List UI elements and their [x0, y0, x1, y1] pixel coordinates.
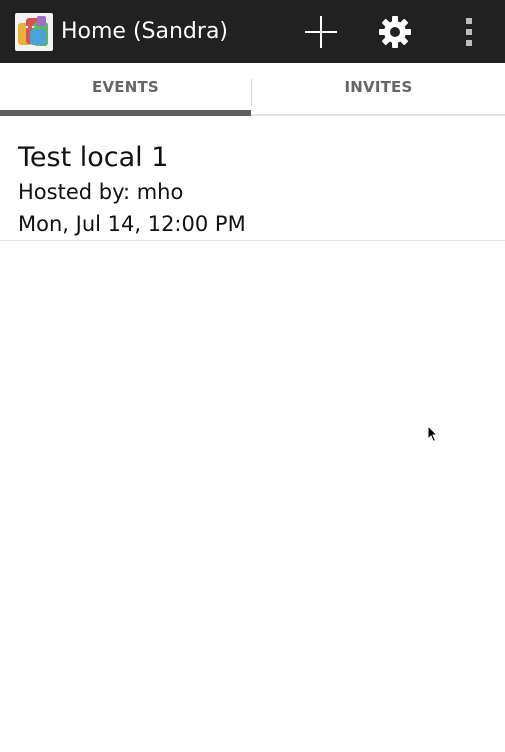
action-bar: Home (Sandra) [0, 0, 505, 63]
tab-events[interactable]: EVENTS [0, 63, 251, 114]
gear-icon [379, 15, 411, 48]
add-event-button[interactable] [298, 0, 344, 63]
tab-events-label: EVENTS [92, 77, 159, 96]
list-item[interactable]: Test local 1 Hosted by: mho Mon, Jul 14,… [0, 120, 505, 241]
app-launcher-icon[interactable] [15, 13, 53, 51]
event-date: Mon, Jul 14, 12:00 PM [18, 212, 246, 236]
mouse-cursor-icon [427, 425, 439, 443]
tab-invites-label: INVITES [344, 77, 413, 96]
home-screen: Home (Sandra) EVENTS INVITES Test local … [0, 0, 505, 752]
event-title: Test local 1 [18, 142, 169, 173]
tab-invites[interactable]: INVITES [252, 63, 505, 114]
overflow-menu-icon [466, 17, 472, 46]
overflow-menu-button[interactable] [455, 0, 483, 63]
plus-icon [305, 15, 337, 48]
event-host: Hosted by: mho [18, 180, 184, 204]
app-title[interactable]: Home (Sandra) [61, 0, 228, 63]
tab-bar: EVENTS INVITES [0, 63, 505, 116]
selected-tab-indicator [0, 110, 251, 116]
settings-button[interactable] [372, 0, 418, 63]
